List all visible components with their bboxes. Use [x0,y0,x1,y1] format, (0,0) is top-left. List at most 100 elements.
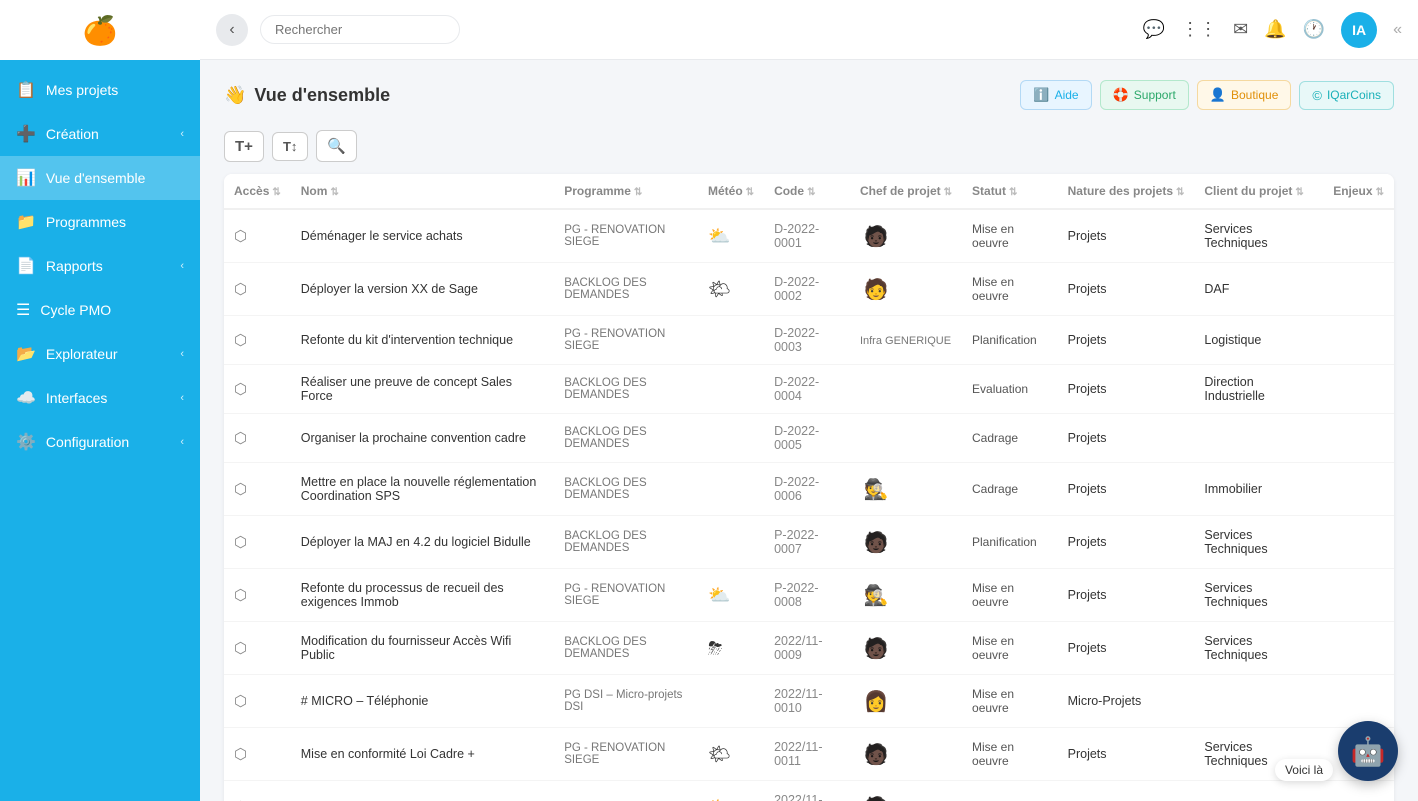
col-header-code[interactable]: Code⇅ [764,174,850,209]
client-cell: Immobilier [1194,463,1323,516]
access-cell: ⬡ [224,463,291,516]
sidebar-icon-cycle-pmo: ☰ [16,300,30,320]
sort-icon-nature: ⇅ [1176,187,1184,198]
sidebar-item-configuration[interactable]: ⚙️ Configuration ‹ [0,420,200,464]
col-header-programme[interactable]: Programme⇅ [554,174,698,209]
statut-cell: Planification [962,316,1058,365]
col-header-client[interactable]: Client du projet⇅ [1194,174,1323,209]
sort-icon-client: ⇅ [1295,187,1303,198]
access-icon[interactable]: ⬡ [234,481,247,498]
header-btn-icon-boutique: 👤 [1210,87,1226,103]
nom-cell: Refonte du processus de recueil des exig… [291,569,554,622]
header-btn-label-aide: Aide [1055,88,1079,102]
sort-icon-programme: ⇅ [634,187,642,198]
sidebar-logo: 🍊 [0,0,200,60]
sidebar-item-explorateur[interactable]: 📂 Explorateur ‹ [0,332,200,376]
nom-cell: Modification du fournisseur Accès Wifi P… [291,622,554,675]
access-cell: ⬡ [224,209,291,263]
bell-icon[interactable]: 🔔 [1264,19,1286,40]
chat-icon[interactable]: 💬 [1143,19,1165,40]
chatbot-button[interactable]: 🤖 [1338,721,1398,781]
header-btn-icon-support: 🛟 [1113,87,1129,103]
access-icon[interactable]: ⬡ [234,228,247,245]
col-header-statut[interactable]: Statut⇅ [962,174,1058,209]
table-header-row: Accès⇅Nom⇅Programme⇅Météo⇅Code⇅Chef de p… [224,174,1394,209]
sidebar-item-creation[interactable]: ➕ Création ‹ [0,112,200,156]
nature-cell: Projets [1058,316,1195,365]
client-cell [1194,414,1323,463]
col-header-chef[interactable]: Chef de projet⇅ [850,174,962,209]
meteo-cell: ⛅ [698,781,764,801]
sidebar-item-rapports[interactable]: 📄 Rapports ‹ [0,244,200,288]
header-btn-support[interactable]: 🛟Support [1100,80,1189,110]
chatbot-label: Voici là [1275,759,1333,781]
clock-icon[interactable]: 🕐 [1303,19,1325,40]
sort-icon-statut: ⇅ [1009,187,1017,198]
sidebar-item-programmes[interactable]: 📁 Programmes [0,200,200,244]
access-icon[interactable]: ⬡ [234,640,247,657]
page-header: 👋 Vue d'ensemble ℹ️Aide🛟Support👤Boutique… [224,80,1394,110]
sidebar-item-vue-ensemble[interactable]: 📊 Vue d'ensemble [0,156,200,200]
chef-avatar: 🧑🏿 [860,791,892,801]
col-header-meteo[interactable]: Météo⇅ [698,174,764,209]
access-icon[interactable]: ⬡ [234,430,247,447]
sidebar-icon-programmes: 📁 [16,212,36,232]
header-btn-iqarcoins[interactable]: ©IQarCoins [1299,81,1394,110]
nom-cell: Mise en conformité Loi Cadre + [291,728,554,781]
col-header-enjeux[interactable]: Enjeux⇅ [1323,174,1394,209]
access-icon[interactable]: ⬡ [234,534,247,551]
meteo-cell: ⛅ [698,209,764,263]
sidebar-label-cycle-pmo: Cycle PMO [40,302,111,318]
access-icon[interactable]: ⬡ [234,281,247,298]
nature-cell: Projets [1058,728,1195,781]
statut-cell: Mise en oeuvre [962,263,1058,316]
meteo-cell: 🌤 [698,728,764,781]
user-avatar[interactable]: IA [1341,12,1377,48]
mail-icon[interactable]: ✉ [1233,19,1248,40]
sidebar-item-mes-projets[interactable]: 📋 Mes projets [0,68,200,112]
back-button[interactable]: ‹ [216,14,248,46]
status-text: Planification [972,535,1037,549]
header-btn-aide[interactable]: ℹ️Aide [1020,80,1091,110]
header-btn-icon-iqarcoins: © [1312,88,1322,103]
table-row: ⬡ # MICRO – Téléphonie PG DSI – Micro-pr… [224,675,1394,728]
sort-button[interactable]: T↕ [272,132,308,161]
sort-icon-acces: ⇅ [272,187,280,198]
access-icon[interactable]: ⬡ [234,587,247,604]
topbar-icons: 💬 ⋮⋮ ✉ 🔔 🕐 IA « [1143,12,1402,48]
col-header-nom[interactable]: Nom⇅ [291,174,554,209]
search-table-button[interactable]: 🔍 [316,130,357,162]
table-row: ⬡ Organiser la prochaine convention cadr… [224,414,1394,463]
access-icon[interactable]: ⬡ [234,693,247,710]
grid-icon[interactable]: ⋮⋮ [1181,19,1217,40]
status-text: Mise en oeuvre [972,581,1014,609]
table-row: ⬡ Réaliser une preuve de concept Sales F… [224,365,1394,414]
access-icon[interactable]: ⬡ [234,332,247,349]
add-filter-button[interactable]: T+ [224,131,264,162]
access-icon[interactable]: ⬡ [234,381,247,398]
search-input[interactable] [260,15,460,44]
sidebar-item-interfaces[interactable]: ☁️ Interfaces ‹ [0,376,200,420]
statut-cell: Cadrage [962,463,1058,516]
enjeux-cell [1323,365,1394,414]
client-cell: Logistique [1194,316,1323,365]
sidebar-item-cycle-pmo[interactable]: ☰ Cycle PMO [0,288,200,332]
col-header-nature[interactable]: Nature des projets⇅ [1058,174,1195,209]
col-header-acces[interactable]: Accès⇅ [224,174,291,209]
nom-cell: ... [291,781,554,801]
access-icon[interactable]: ⬡ [234,746,247,763]
table-row: ⬡ Déployer la MAJ en 4.2 du logiciel Bid… [224,516,1394,569]
header-btn-boutique[interactable]: 👤Boutique [1197,80,1292,110]
statut-cell: Mise en [962,781,1058,801]
sidebar-label-configuration: Configuration [46,434,129,450]
collapse-button[interactable]: « [1393,21,1402,39]
code-cell: D-2022-0005 [764,414,850,463]
nom-cell: # MICRO – Téléphonie [291,675,554,728]
title-emoji: 👋 [224,85,246,106]
sidebar-label-creation: Création [46,126,99,142]
chevron-icon-configuration: ‹ [180,436,184,448]
logo-icon: 🍊 [83,14,118,47]
table-toolbar: T+ T↕ 🔍 [224,130,1394,162]
code-cell: 2022/11-0009 [764,622,850,675]
statut-cell: Cadrage [962,414,1058,463]
